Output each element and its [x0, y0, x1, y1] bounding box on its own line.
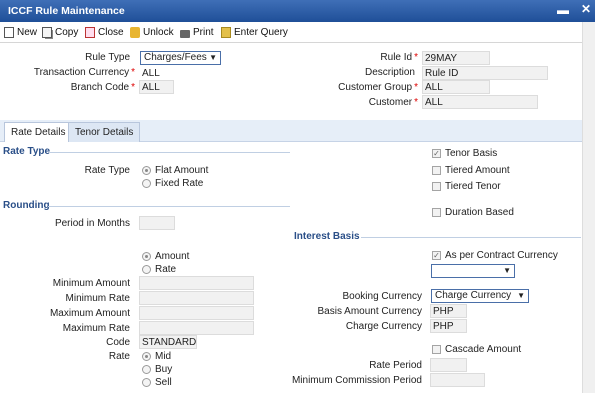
duration-based-label: Duration Based: [445, 207, 514, 218]
description-label: Description: [364, 67, 415, 78]
customer-group-label: Customer Group *: [338, 82, 418, 93]
toolbar: New Copy Close Unlock Print Enter Query: [0, 23, 595, 43]
buy-radio[interactable]: [142, 365, 151, 374]
window-titlebar: ICCF Rule Maintenance ▬ ✕: [0, 0, 595, 22]
tab-rate-details[interactable]: Rate Details: [4, 122, 73, 142]
transaction-currency-label: Transaction Currency *: [33, 67, 135, 78]
period-in-months-field[interactable]: [139, 216, 175, 230]
tenor-basis-label: Tenor Basis: [445, 148, 498, 159]
charge-currency-field[interactable]: PHP: [430, 319, 467, 333]
rule-id-label: Rule Id *: [380, 52, 418, 63]
mid-radio-label: Mid: [155, 351, 172, 362]
code-label: Code: [106, 337, 130, 348]
rate-period-field[interactable]: [430, 358, 467, 372]
rate-period-label: Rate Period: [369, 360, 422, 371]
maximum-amount-field[interactable]: [139, 306, 254, 320]
buy-radio-label: Buy: [155, 364, 173, 375]
customer-group-field[interactable]: ALL: [422, 80, 490, 94]
section-divider: [48, 206, 290, 207]
tab-strip: Rate Details Tenor Details: [0, 120, 582, 142]
copy-button[interactable]: Copy: [42, 27, 78, 38]
enter-query-button[interactable]: Enter Query: [221, 27, 288, 38]
chevron-down-icon: ▼: [503, 266, 511, 275]
section-divider: [361, 237, 581, 238]
amount-radio-label: Amount: [155, 251, 190, 262]
chevron-down-icon: ▼: [209, 53, 217, 62]
transaction-currency-field[interactable]: ALL: [139, 66, 174, 80]
cascade-amount-label: Cascade Amount: [445, 344, 522, 355]
maximum-rate-field[interactable]: [139, 321, 254, 335]
flat-amount-radio[interactable]: [142, 166, 151, 175]
rate-type-label: Rate Type: [84, 165, 130, 176]
flat-amount-label: Flat Amount: [155, 165, 209, 176]
rule-type-label: Rule Type: [85, 52, 130, 63]
interest-basis-section-title: Interest Basis: [294, 231, 360, 242]
contract-currency-select[interactable]: ▼: [431, 264, 515, 278]
sell-radio-label: Sell: [155, 377, 172, 388]
rounding-section-title: Rounding: [3, 200, 50, 211]
chevron-down-icon: ▼: [517, 291, 525, 300]
minimize-icon[interactable]: ▬: [557, 3, 569, 17]
tenor-basis-checkbox[interactable]: ✓: [432, 149, 441, 158]
rate-label: Rate: [108, 351, 130, 362]
maximum-rate-label: Maximum Rate: [62, 323, 130, 334]
booking-currency-select[interactable]: Charge Currency ▼: [431, 289, 529, 303]
rule-type-select[interactable]: Charges/Fees ▼: [140, 51, 221, 65]
vertical-scrollbar[interactable]: [582, 22, 595, 393]
close-button[interactable]: Close: [85, 27, 124, 38]
print-icon: [180, 29, 190, 38]
tiered-amount-label: Tiered Amount: [445, 165, 510, 176]
branch-code-label: Branch Code *: [70, 82, 135, 93]
tiered-tenor-checkbox[interactable]: [432, 182, 441, 191]
fixed-rate-label: Fixed Rate: [155, 178, 204, 189]
tiered-amount-checkbox[interactable]: [432, 166, 441, 175]
as-per-contract-currency-label: As per Contract Currency: [445, 250, 558, 261]
branch-code-field[interactable]: ALL: [139, 80, 174, 94]
customer-label: Customer *: [368, 97, 418, 108]
unlock-icon: [130, 27, 140, 38]
rate-radio[interactable]: [142, 265, 151, 274]
rate-type-section-title: Rate Type: [3, 146, 51, 157]
new-document-icon: [4, 27, 14, 38]
basis-amount-currency-label: Basis Amount Currency: [317, 306, 423, 317]
maximum-amount-label: Maximum Amount: [49, 308, 130, 319]
amount-radio[interactable]: [142, 252, 151, 261]
minimum-amount-label: Minimum Amount: [52, 278, 130, 289]
minimum-rate-label: Minimum Rate: [65, 293, 130, 304]
code-field[interactable]: STANDARD: [139, 335, 197, 349]
close-window-icon[interactable]: ✕: [581, 2, 591, 16]
new-button[interactable]: New: [4, 27, 37, 38]
description-field[interactable]: Rule ID: [422, 66, 548, 80]
minimum-amount-field[interactable]: [139, 276, 254, 290]
minimum-rate-field[interactable]: [139, 291, 254, 305]
charge-currency-label: Charge Currency: [345, 321, 422, 332]
section-divider: [50, 152, 290, 153]
window-title: ICCF Rule Maintenance: [8, 5, 125, 17]
minimum-commission-period-label: Minimum Commission Period: [291, 375, 422, 386]
copy-icon: [42, 27, 52, 38]
rule-id-field[interactable]: 29MAY: [422, 51, 490, 65]
unlock-button[interactable]: Unlock: [130, 27, 174, 38]
tiered-tenor-label: Tiered Tenor: [445, 181, 501, 192]
booking-currency-label: Booking Currency: [342, 291, 422, 302]
period-in-months-label: Period in Months: [54, 218, 130, 229]
as-per-contract-currency-checkbox[interactable]: ✓: [432, 251, 441, 260]
query-icon: [221, 27, 231, 38]
minimum-commission-period-field[interactable]: [430, 373, 485, 387]
fixed-rate-radio[interactable]: [142, 179, 151, 188]
tab-tenor-details[interactable]: Tenor Details: [68, 122, 141, 142]
mid-radio[interactable]: [142, 352, 151, 361]
close-icon: [85, 27, 95, 38]
rate-radio-label: Rate: [155, 264, 177, 275]
sell-radio[interactable]: [142, 378, 151, 387]
customer-field[interactable]: ALL: [422, 95, 538, 109]
basis-amount-currency-field[interactable]: PHP: [430, 304, 467, 318]
duration-based-checkbox[interactable]: [432, 208, 441, 217]
print-button[interactable]: Print: [180, 27, 214, 38]
cascade-amount-checkbox[interactable]: [432, 345, 441, 354]
